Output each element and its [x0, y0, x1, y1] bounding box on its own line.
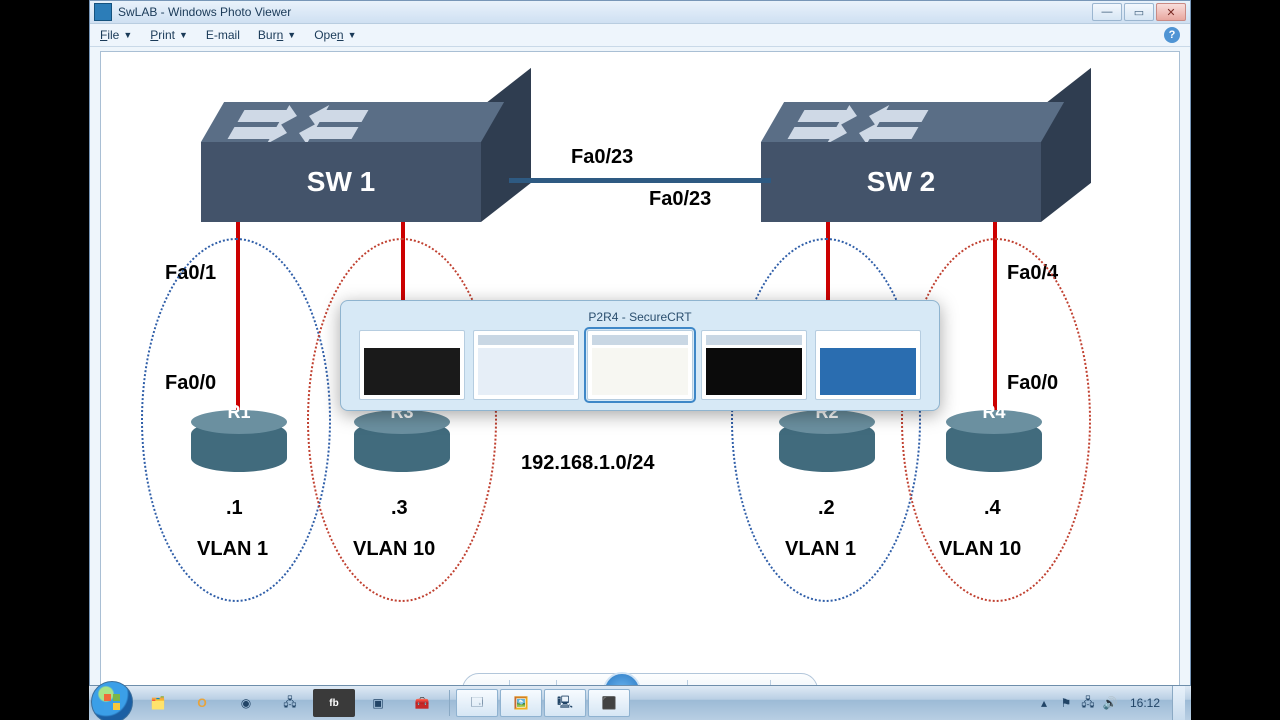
- taskbar-running-securecrt[interactable]: 🖳: [544, 689, 586, 717]
- start-button[interactable]: [91, 681, 133, 720]
- taskbar-running-photoviewer[interactable]: 🖼️: [500, 689, 542, 717]
- taskbar-explorer-icon[interactable]: 🗂️: [137, 689, 179, 717]
- alt-tab-thumb-5[interactable]: [815, 330, 921, 400]
- vlan10-ellipse-left: [307, 238, 497, 602]
- taskbar-outlook-icon[interactable]: O: [181, 689, 223, 717]
- taskbar: 🗂️ O ◉ 🖧 fb ▣ 🧰 🗔 🖼️ 🖳 ⬛ ▴ ⚑ 🖧 🔊 16:12: [89, 685, 1191, 720]
- system-tray: ▴ ⚑ 🖧 🔊 16:12: [1030, 686, 1191, 720]
- switch-sw1: SW 1: [201, 102, 481, 222]
- alt-tab-thumb-2[interactable]: [473, 330, 579, 400]
- minimize-button[interactable]: —: [1092, 3, 1122, 21]
- vlan10-ellipse-right: [901, 238, 1091, 602]
- tray-volume-icon[interactable]: 🔊: [1102, 695, 1118, 711]
- tray-flag-icon[interactable]: ⚑: [1058, 695, 1074, 711]
- taskbar-app6-icon[interactable]: ▣: [357, 689, 399, 717]
- taskbar-fb-icon[interactable]: fb: [313, 689, 355, 717]
- alt-tab-title: P2R4 - SecureCRT: [351, 307, 929, 330]
- menu-burn[interactable]: Burn▼: [258, 28, 296, 42]
- menu-open[interactable]: Open▼: [314, 28, 356, 42]
- switch-sw2: SW 2: [761, 102, 1041, 222]
- titlebar[interactable]: SwLAB - Windows Photo Viewer — ▭ ✕: [90, 1, 1190, 24]
- taskbar-running-4[interactable]: ⬛: [588, 689, 630, 717]
- trunk-label-bottom: Fa0/23: [649, 188, 711, 211]
- taskbar-running-1[interactable]: 🗔: [456, 689, 498, 717]
- taskbar-app7-icon[interactable]: 🧰: [401, 689, 443, 717]
- vlan1-ellipse-right: [731, 238, 921, 602]
- switch-sw2-label: SW 2: [761, 142, 1041, 222]
- menu-print[interactable]: Print▼: [150, 28, 188, 42]
- menubar: File▼ Print▼ E-mail Burn▼ Open▼ ?: [90, 24, 1190, 47]
- alt-tab-switcher[interactable]: P2R4 - SecureCRT: [340, 300, 940, 411]
- maximize-button[interactable]: ▭: [1124, 3, 1154, 21]
- alt-tab-thumb-4[interactable]: [701, 330, 807, 400]
- menu-email[interactable]: E-mail: [206, 28, 240, 42]
- vlan1-ellipse-left: [141, 238, 331, 602]
- tray-up-icon[interactable]: ▴: [1036, 695, 1052, 711]
- show-desktop-button[interactable]: [1172, 686, 1185, 720]
- taskbar-putty-icon[interactable]: 🖧: [269, 689, 311, 717]
- trunk-label-top: Fa0/23: [571, 146, 633, 169]
- taskbar-chrome-icon[interactable]: ◉: [225, 689, 267, 717]
- tray-clock[interactable]: 16:12: [1124, 696, 1166, 710]
- trunk-link: [509, 178, 771, 183]
- switch-sw1-label: SW 1: [201, 142, 481, 222]
- close-button[interactable]: ✕: [1156, 3, 1186, 21]
- help-icon[interactable]: ?: [1164, 27, 1180, 43]
- alt-tab-thumb-3-selected[interactable]: [587, 330, 693, 400]
- app-icon: [94, 3, 112, 21]
- menu-file[interactable]: File▼: [100, 28, 132, 42]
- window-title: SwLAB - Windows Photo Viewer: [118, 5, 1090, 19]
- subnet-label: 192.168.1.0/24: [521, 452, 654, 475]
- alt-tab-thumb-1[interactable]: [359, 330, 465, 400]
- tray-network-icon[interactable]: 🖧: [1080, 695, 1096, 711]
- taskbar-pinned: 🗂️ O ◉ 🖧 fb ▣ 🧰 🗔 🖼️ 🖳 ⬛: [137, 686, 630, 720]
